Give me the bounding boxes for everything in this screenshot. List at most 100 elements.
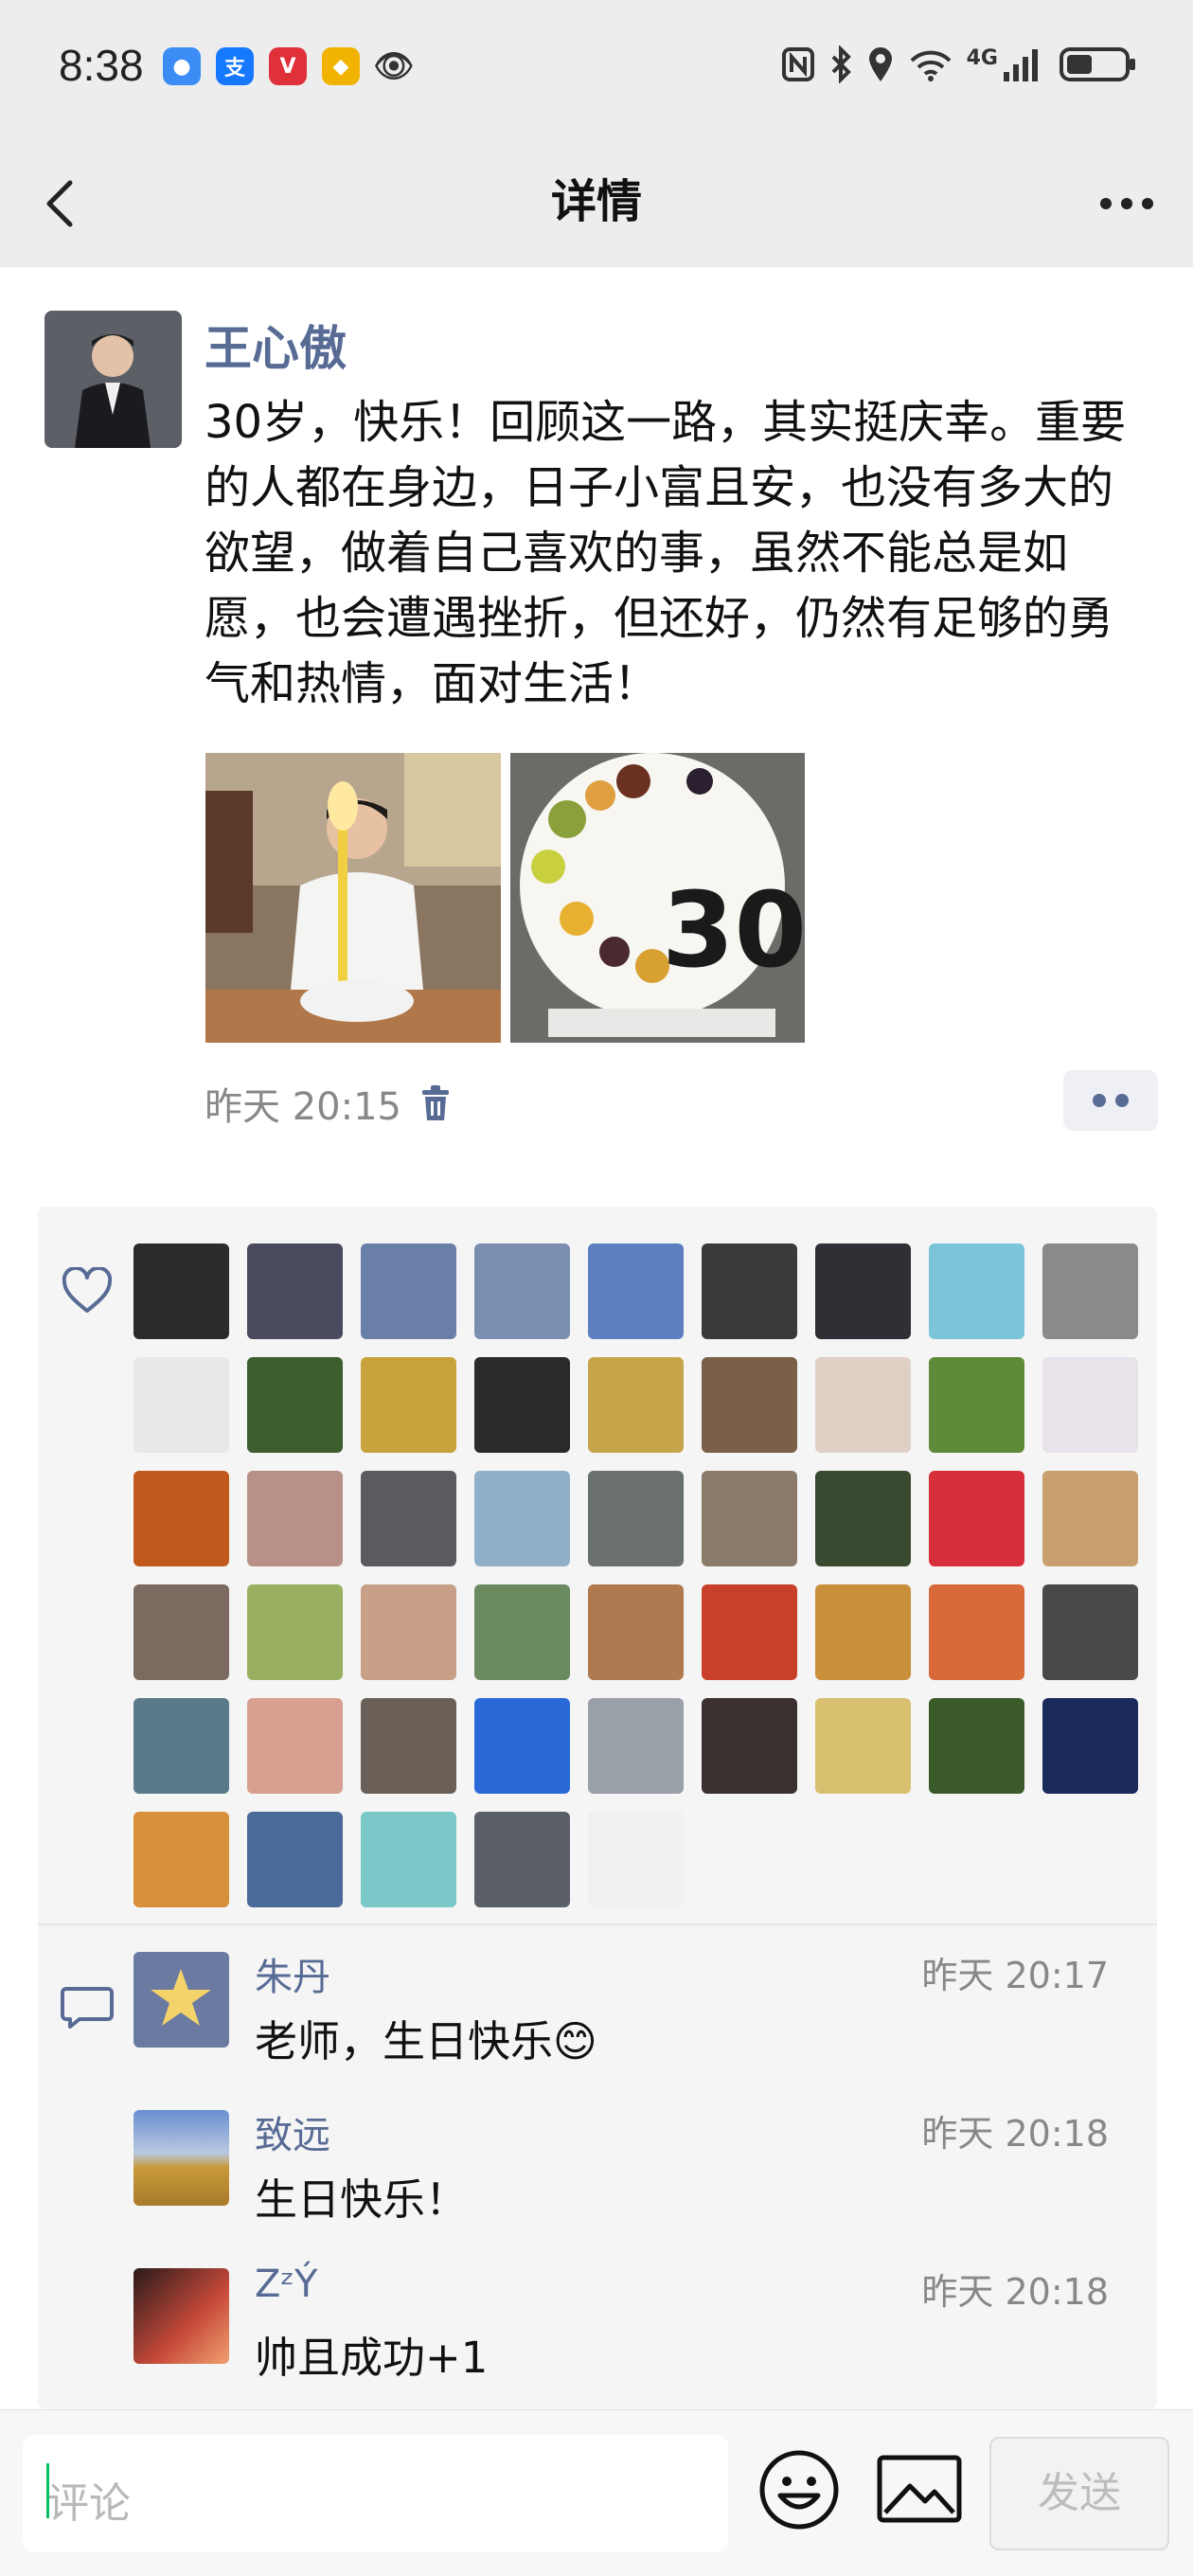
comment-item[interactable]: 朱丹 昨天 20:17 老师，生日快乐😊 (134, 1952, 1109, 2075)
send-button[interactable]: 发送 (989, 2437, 1169, 2550)
liker-avatar[interactable] (815, 1584, 911, 1680)
liker-avatar[interactable] (474, 1243, 570, 1339)
liker-avatar[interactable] (702, 1698, 797, 1794)
post-text: 30岁，快乐！回顾这一路，其实挺庆幸。重要的人都在身边，日子小富且安，也没有多大… (205, 396, 1127, 710)
wifi-icon (910, 50, 952, 81)
author-avatar-image (45, 311, 182, 448)
comment-text: 老师，生日快乐😊 (255, 2016, 597, 2066)
birthday-photo-image (205, 753, 501, 1043)
liker-avatar[interactable] (588, 1471, 684, 1566)
signal-icon (1004, 49, 1038, 81)
page-title: 详情 (550, 175, 642, 228)
status-bar: 8:38 ● 支 V ◆ 👁 4G (0, 0, 1193, 137)
liker-avatar[interactable] (361, 1584, 456, 1680)
liker-avatar[interactable] (1042, 1584, 1138, 1680)
author-avatar[interactable] (45, 311, 182, 448)
commenter-avatar[interactable] (134, 1952, 229, 2048)
post-actions-button[interactable] (1063, 1070, 1158, 1131)
delete-icon[interactable] (418, 1082, 453, 1124)
comment-input[interactable]: 评论 (23, 2435, 728, 2552)
comment-item[interactable]: 致远 昨天 20:18 生日快乐！ (134, 2110, 1109, 2233)
two-dots-icon (1093, 1094, 1129, 1107)
eye-icon: 👁 (373, 47, 415, 85)
liker-avatar[interactable] (247, 1357, 343, 1453)
liker-avatar[interactable] (1042, 1243, 1138, 1339)
comment-item[interactable]: ZᶻÝ 昨天 20:18 帅且成功+1 (134, 2263, 1109, 2391)
liker-avatar[interactable] (588, 1584, 684, 1680)
liker-avatar[interactable] (134, 1584, 229, 1680)
liker-avatar[interactable] (247, 1812, 343, 1907)
liker-avatar[interactable] (361, 1698, 456, 1794)
bluetooth-icon (831, 45, 851, 83)
post-photo-2[interactable]: 30 (510, 753, 805, 1043)
post-time: 昨天 20:15 (205, 1085, 401, 1129)
more-button[interactable] (1089, 166, 1165, 242)
liker-avatar[interactable] (702, 1471, 797, 1566)
comment-time: 昨天 20:18 (921, 2271, 1109, 2313)
emoji-icon (759, 2450, 839, 2530)
liker-avatar[interactable] (815, 1243, 911, 1339)
liker-avatar[interactable] (134, 1471, 229, 1566)
liker-avatar[interactable] (702, 1243, 797, 1339)
status-time: 8:38 (59, 41, 144, 90)
liker-avatar[interactable] (815, 1471, 911, 1566)
liker-avatar[interactable] (1042, 1357, 1138, 1453)
liker-avatar[interactable] (361, 1243, 456, 1339)
likes-grid (134, 1243, 1147, 1907)
like-heart-icon (61, 1265, 114, 1315)
liker-avatar[interactable] (361, 1812, 456, 1907)
liker-avatar[interactable] (361, 1471, 456, 1566)
image-button[interactable] (876, 2452, 963, 2528)
liker-avatar[interactable] (929, 1357, 1024, 1453)
liker-avatar[interactable] (247, 1243, 343, 1339)
liker-avatar[interactable] (474, 1584, 570, 1680)
liker-avatar[interactable] (702, 1584, 797, 1680)
commenter-name[interactable]: ZᶻÝ (255, 2263, 317, 2306)
liker-avatar[interactable] (474, 1812, 570, 1907)
liker-avatar[interactable] (588, 1357, 684, 1453)
comment-time: 昨天 20:18 (921, 2113, 1109, 2155)
post-photo-1[interactable] (205, 753, 501, 1043)
liker-avatar[interactable] (929, 1698, 1024, 1794)
liker-avatar[interactable] (474, 1698, 570, 1794)
nfc-icon (781, 47, 814, 81)
liker-avatar[interactable] (588, 1698, 684, 1794)
liker-avatar[interactable] (247, 1471, 343, 1566)
liker-avatar[interactable] (929, 1471, 1024, 1566)
liker-avatar[interactable] (1042, 1698, 1138, 1794)
liker-avatar[interactable] (247, 1698, 343, 1794)
image-icon (877, 2455, 962, 2523)
liker-avatar[interactable] (474, 1471, 570, 1566)
liker-avatar[interactable] (929, 1243, 1024, 1339)
shield-app-icon: ◆ (322, 47, 360, 85)
liker-avatar[interactable] (474, 1357, 570, 1453)
liker-avatar[interactable] (361, 1357, 456, 1453)
comment-time: 昨天 20:17 (921, 1955, 1109, 1996)
liker-avatar[interactable] (702, 1357, 797, 1453)
liker-avatar[interactable] (134, 1698, 229, 1794)
liker-avatar[interactable] (134, 1812, 229, 1907)
location-icon (868, 47, 892, 81)
network-type: 4G (966, 45, 998, 70)
liker-avatar[interactable] (134, 1243, 229, 1339)
commenter-avatar[interactable] (134, 2110, 229, 2206)
liker-avatar[interactable] (929, 1584, 1024, 1680)
liker-avatar[interactable] (247, 1584, 343, 1680)
liker-avatar[interactable] (815, 1357, 911, 1453)
cake-photo-image: 30 (510, 753, 805, 1043)
commenter-name[interactable]: 朱丹 (255, 1946, 330, 2001)
liker-avatar[interactable] (134, 1357, 229, 1453)
emoji-button[interactable] (757, 2448, 841, 2531)
liker-avatar[interactable] (1042, 1471, 1138, 1566)
commenter-name[interactable]: 致远 (255, 2104, 330, 2159)
message-app-icon: ● (163, 47, 201, 85)
liker-avatar[interactable] (815, 1698, 911, 1794)
liker-avatar[interactable] (588, 1812, 684, 1907)
commenter-avatar[interactable] (134, 2268, 229, 2364)
liker-avatar[interactable] (588, 1243, 684, 1339)
author-name[interactable]: 王心傲 (205, 311, 347, 379)
comment-text: 帅且成功+1 (255, 2333, 489, 2383)
vmall-icon: V (269, 47, 307, 85)
status-indicators: 4G (781, 44, 1138, 85)
comment-bubble-icon (61, 1985, 114, 2030)
